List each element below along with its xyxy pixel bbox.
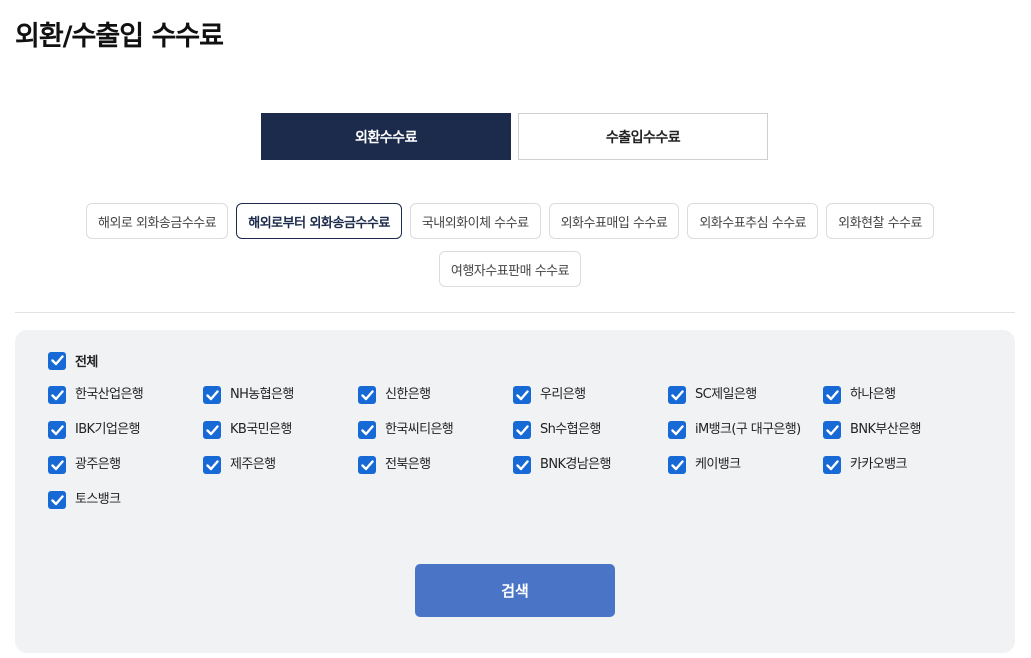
bank-checkbox-item[interactable]: 하나은행 [823, 386, 978, 421]
subtab-fx-check-purchase[interactable]: 외화수표매입 수수료 [548, 203, 680, 239]
bank-label: 신한은행 [385, 387, 431, 402]
checkmark-icon [825, 459, 839, 470]
checkmark-icon [50, 389, 64, 400]
bank-label: 제주은행 [230, 457, 276, 472]
bank-label: 광주은행 [75, 457, 121, 472]
search-button[interactable]: 검색 [415, 564, 615, 617]
bank-label: SC제일은행 [695, 387, 757, 402]
bank-checkbox-item[interactable]: BNK부산은행 [823, 421, 978, 456]
subtab-inbound-remittance[interactable]: 해외로부터 외화송금수수료 [236, 203, 402, 239]
bank-checkbox-item[interactable]: KB국민은행 [203, 421, 358, 456]
bank-label: IBK기업은행 [75, 422, 141, 437]
checkmark-icon [360, 424, 374, 435]
checkmark-icon [360, 459, 374, 470]
bank-label: 한국씨티은행 [385, 422, 454, 437]
main-tabs: 외환수수료 수출입수수료 [261, 113, 768, 160]
bank-label: 전북은행 [385, 457, 431, 472]
bank-checkbox-item[interactable]: 우리은행 [513, 386, 668, 421]
divider [15, 312, 1015, 313]
checkmark-icon [670, 459, 684, 470]
tab-forex-fees[interactable]: 외환수수료 [261, 113, 511, 160]
checkmark-icon [205, 459, 219, 470]
checkbox[interactable] [48, 421, 66, 439]
bank-label: 카카오뱅크 [850, 457, 907, 472]
bank-label: Sh수협은행 [540, 422, 601, 437]
subtab-domestic-fx-transfer[interactable]: 국내외화이체 수수료 [409, 203, 541, 239]
bank-label: BNK부산은행 [850, 422, 921, 437]
checkmark-icon [515, 389, 529, 400]
checkbox[interactable] [48, 491, 66, 509]
checkmark-icon [825, 424, 839, 435]
checkmark-icon [515, 459, 529, 470]
page-title: 외환/수출입 수수료 [15, 21, 224, 52]
checkbox[interactable] [48, 386, 66, 404]
checkmark-icon [825, 389, 839, 400]
bank-label: 한국산업은행 [75, 387, 144, 402]
bank-checkbox-item[interactable]: 케이뱅크 [668, 456, 823, 491]
bank-checkbox-item[interactable]: 전북은행 [358, 456, 513, 491]
checkbox[interactable] [513, 386, 531, 404]
check-all[interactable]: 전체 [48, 351, 98, 370]
bank-label: NH농협은행 [230, 387, 294, 402]
checkbox[interactable] [203, 386, 221, 404]
checkmark-icon [50, 494, 64, 505]
bank-label: BNK경남은행 [540, 457, 611, 472]
bank-label: 토스뱅크 [75, 492, 121, 507]
checkbox[interactable] [48, 456, 66, 474]
checkmark-icon [205, 424, 219, 435]
bank-checkbox-item[interactable]: Sh수협은행 [513, 421, 668, 456]
bank-checkbox-item[interactable]: IBK기업은행 [48, 421, 203, 456]
bank-checkbox-item[interactable]: 제주은행 [203, 456, 358, 491]
bank-checkbox-item[interactable]: BNK경남은행 [513, 456, 668, 491]
checkmark-icon [50, 355, 64, 366]
bank-label: 하나은행 [850, 387, 896, 402]
bank-checkbox-item[interactable]: 토스뱅크 [48, 491, 203, 526]
bank-filter-panel: 전체 한국산업은행 NH농협은행 신한은행 우리은행 SC제일은행 하나은행 IBK기업은행… [15, 330, 1015, 653]
checkmark-icon [515, 424, 529, 435]
check-all-label: 전체 [75, 355, 98, 370]
checkbox-all[interactable] [48, 351, 66, 370]
checkmark-icon [670, 389, 684, 400]
checkmark-icon [50, 459, 64, 470]
sub-tabs: 해외로 외화송금수수료 해외로부터 외화송금수수료 국내외화이체 수수료 외화수… [30, 203, 990, 287]
checkmark-icon [205, 389, 219, 400]
checkbox[interactable] [823, 386, 841, 404]
checkbox[interactable] [668, 421, 686, 439]
subtab-fx-cash[interactable]: 외화현찰 수수료 [826, 203, 934, 239]
checkbox[interactable] [823, 456, 841, 474]
bank-label: 우리은행 [540, 387, 586, 402]
checkbox[interactable] [823, 421, 841, 439]
bank-checkbox-item[interactable]: 한국산업은행 [48, 386, 203, 421]
checkbox[interactable] [358, 456, 376, 474]
checkmark-icon [50, 424, 64, 435]
bank-label: 케이뱅크 [695, 457, 741, 472]
bank-checkbox-item[interactable]: iM뱅크(구 대구은행) [668, 421, 823, 456]
checkbox[interactable] [358, 386, 376, 404]
subtab-fx-check-collection[interactable]: 외화수표추심 수수료 [687, 203, 819, 239]
checkbox[interactable] [513, 456, 531, 474]
checkmark-icon [360, 389, 374, 400]
checkbox[interactable] [203, 421, 221, 439]
bank-checkbox-item[interactable]: NH농협은행 [203, 386, 358, 421]
tab-import-export-fees[interactable]: 수출입수수료 [518, 113, 768, 160]
checkbox[interactable] [668, 386, 686, 404]
bank-checkbox-item[interactable]: SC제일은행 [668, 386, 823, 421]
bank-label: iM뱅크(구 대구은행) [695, 422, 801, 437]
subtab-outbound-remittance[interactable]: 해외로 외화송금수수료 [86, 203, 229, 239]
checkbox[interactable] [203, 456, 221, 474]
checkbox[interactable] [358, 421, 376, 439]
checkbox[interactable] [668, 456, 686, 474]
checkbox[interactable] [513, 421, 531, 439]
bank-checkbox-item[interactable]: 한국씨티은행 [358, 421, 513, 456]
bank-checkbox-item[interactable]: 광주은행 [48, 456, 203, 491]
subtab-travelers-check-sale[interactable]: 여행자수표판매 수수료 [438, 251, 582, 287]
bank-list: 한국산업은행 NH농협은행 신한은행 우리은행 SC제일은행 하나은행 IBK기업은행 KB국… [48, 386, 978, 526]
bank-label: KB국민은행 [230, 422, 292, 437]
checkmark-icon [670, 424, 684, 435]
bank-checkbox-item[interactable]: 카카오뱅크 [823, 456, 978, 491]
bank-checkbox-item[interactable]: 신한은행 [358, 386, 513, 421]
